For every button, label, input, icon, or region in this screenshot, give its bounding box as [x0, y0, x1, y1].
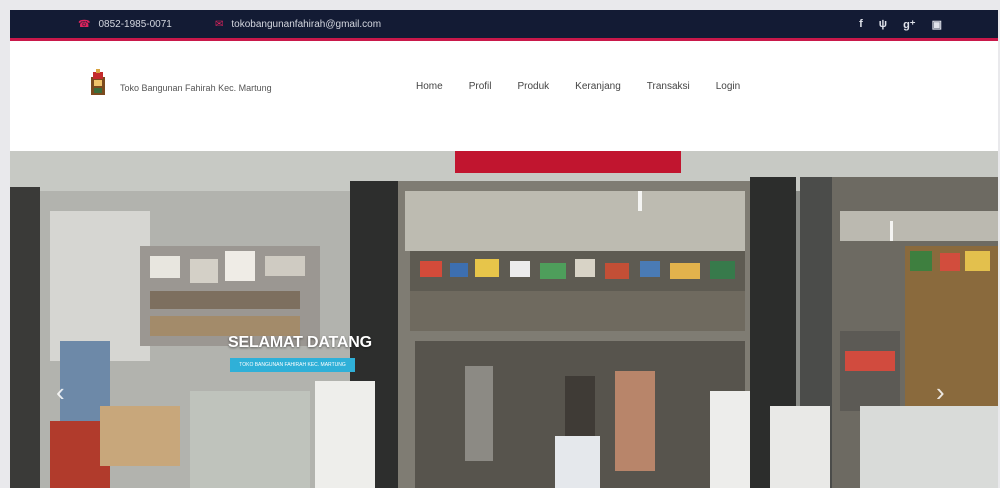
google-plus-icon[interactable]: g⁺ [903, 18, 916, 31]
logo-icon[interactable] [89, 69, 107, 97]
prev-slide-icon[interactable]: ‹ [56, 377, 65, 408]
nav-keranjang[interactable]: Keranjang [575, 81, 621, 92]
hero-title: SELAMAT DATANG [228, 334, 372, 351]
nav-login[interactable]: Login [716, 81, 740, 92]
hero-cta-button[interactable]: TOKO BANGUNAN FAHIRAH KEC. MARTUNG [230, 358, 355, 372]
phone-number: 0852-1985-0071 [98, 19, 172, 30]
email-address[interactable]: tokobangunanfahirah@gmail.com [231, 19, 381, 30]
nav-profil[interactable]: Profil [469, 81, 492, 92]
instagram-icon[interactable]: ▣ [932, 18, 942, 31]
nav-home[interactable]: Home [416, 81, 443, 92]
next-slide-icon[interactable]: › [936, 377, 945, 408]
social-links: f ψ g⁺ ▣ [859, 18, 942, 31]
site-header: Toko Bangunan Fahirah Kec. Martung Home … [10, 41, 998, 151]
phone-contact: ☎ 0852-1985-0071 [78, 19, 172, 30]
hero-slider: SELAMAT DATANG TOKO BANGUNAN FAHIRAH KEC… [10, 151, 998, 488]
phone-icon: ☎ [78, 19, 91, 30]
nav-transaksi[interactable]: Transaksi [647, 81, 690, 92]
hero-image [10, 151, 998, 488]
vimeo-icon[interactable]: ψ [879, 18, 887, 31]
top-bar: ☎ 0852-1985-0071 ✉ tokobangunanfahirah@g… [10, 10, 998, 41]
nav-produk[interactable]: Produk [517, 81, 549, 92]
brand-name[interactable]: Toko Bangunan Fahirah Kec. Martung [120, 83, 272, 93]
email-contact[interactable]: ✉ tokobangunanfahirah@gmail.com [215, 19, 381, 30]
main-nav: Home Profil Produk Keranjang Transaksi L… [416, 81, 766, 92]
email-icon: ✉ [215, 19, 224, 30]
page: ☎ 0852-1985-0071 ✉ tokobangunanfahirah@g… [10, 10, 998, 488]
facebook-icon[interactable]: f [859, 18, 863, 31]
